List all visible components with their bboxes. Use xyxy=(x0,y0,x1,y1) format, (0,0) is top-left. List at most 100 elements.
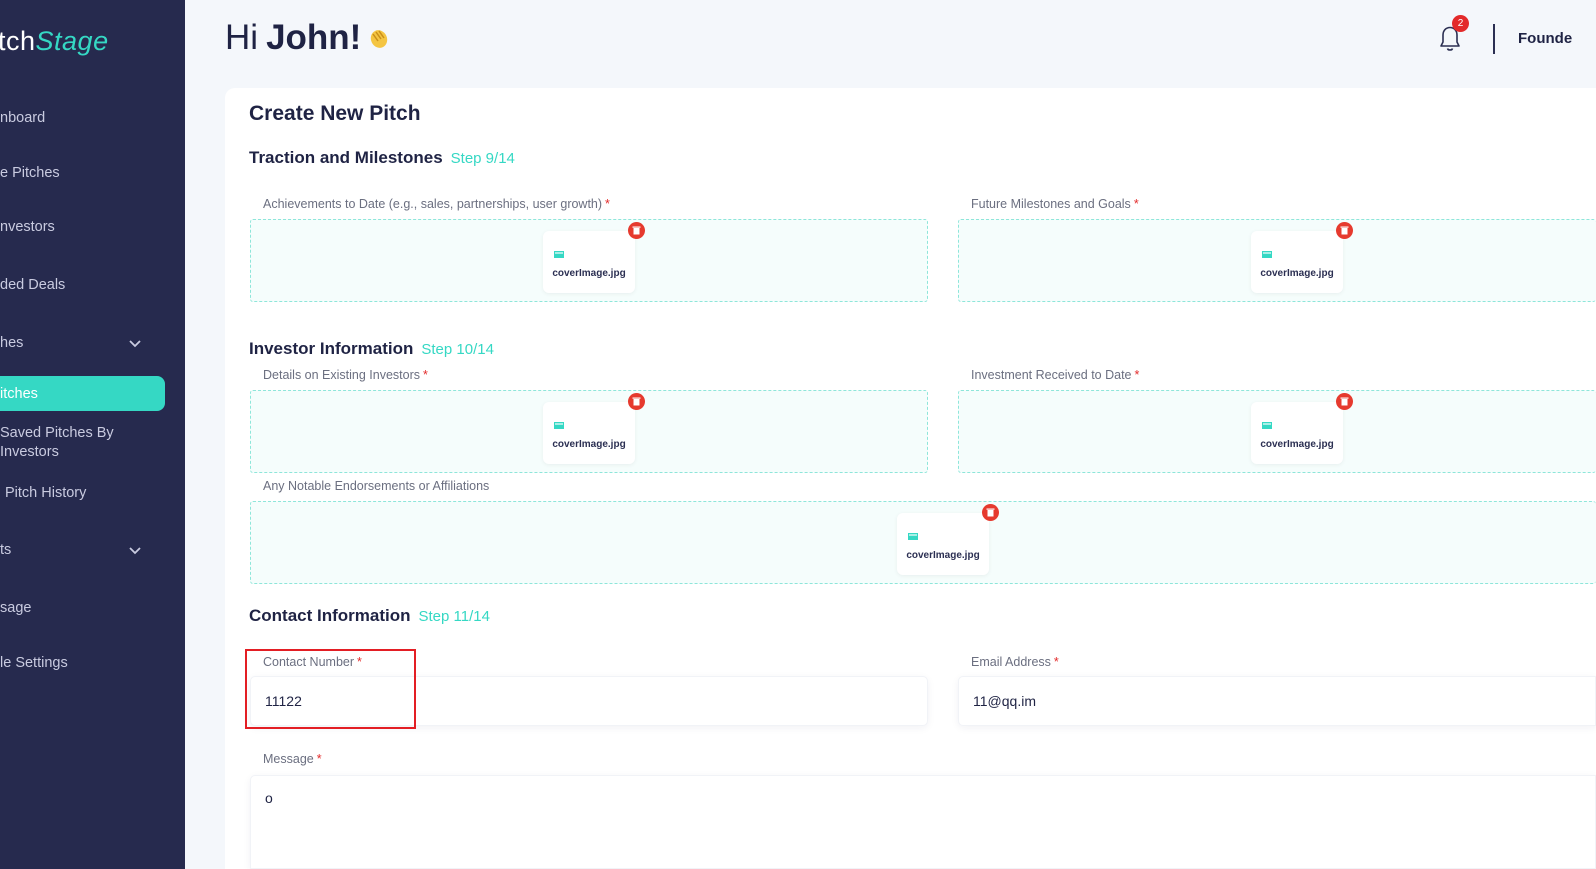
user-name: John! xyxy=(266,18,362,57)
image-file-icon xyxy=(1262,422,1272,429)
trash-icon xyxy=(986,508,995,517)
sidebar-item-my-pitches[interactable]: itches xyxy=(0,376,165,411)
required-marker: * xyxy=(605,197,610,211)
message-label: Message * xyxy=(263,752,322,766)
future-milestones-label: Future Milestones and Goals * xyxy=(971,197,1139,211)
required-marker: * xyxy=(423,368,428,382)
sidebar-item-label: nvestors xyxy=(0,219,55,235)
user-role-menu[interactable]: Founde xyxy=(1518,30,1572,47)
contact-number-input[interactable]: 11122 xyxy=(250,676,928,726)
trash-icon xyxy=(632,397,641,406)
section-title-text: Contact Information xyxy=(249,606,411,625)
sidebar-item-label: Pitch History xyxy=(5,485,87,501)
field-label-text: Investment Received to Date xyxy=(971,368,1132,382)
delete-file-button[interactable] xyxy=(1336,222,1353,239)
greeting-heading: Hi John! xyxy=(225,18,391,58)
section-title-text: Investor Information xyxy=(249,339,414,358)
sidebar-item-label: ts xyxy=(0,542,12,558)
page-title: Create New Pitch xyxy=(249,102,421,125)
chevron-down-icon xyxy=(129,547,141,555)
trash-icon xyxy=(632,226,641,235)
brand-name-main: tch xyxy=(0,26,36,56)
brand-name-accent: Stage xyxy=(35,26,109,56)
endorsements-label: Any Notable Endorsements or Affiliations xyxy=(263,479,489,493)
uploaded-file: coverImage.jpg xyxy=(543,393,645,464)
delete-file-button[interactable] xyxy=(628,222,645,239)
sidebar-item-message[interactable]: sage xyxy=(0,598,165,618)
sidebar-item-funded-deals[interactable]: ded Deals xyxy=(0,275,165,295)
sidebar-item-saved-pitches[interactable]: Saved Pitches By Investors xyxy=(0,424,165,462)
field-label-text: Contact Number xyxy=(263,655,355,669)
section-investor: Investor Information Step 10/14 xyxy=(249,339,494,359)
endorsements-dropzone[interactable]: coverImage.jpg xyxy=(250,501,1596,584)
sidebar-item-reports-group[interactable]: ts xyxy=(0,540,165,560)
field-label-text: Future Milestones and Goals xyxy=(971,197,1131,211)
delete-file-button[interactable] xyxy=(982,504,999,521)
sidebar-item-label: sage xyxy=(0,600,32,616)
sidebar-item-label: e Pitches xyxy=(0,165,60,181)
sidebar-item-pitches-group[interactable]: hes xyxy=(0,333,165,353)
waving-hand-icon xyxy=(371,30,388,48)
field-label-text: Email Address xyxy=(971,655,1051,669)
uploaded-file: coverImage.jpg xyxy=(1251,222,1353,293)
sidebar-item-label: hes xyxy=(0,335,24,351)
step-indicator: Step 9/14 xyxy=(450,150,515,167)
field-label-text: Achievements to Date (e.g., sales, partn… xyxy=(263,197,603,211)
step-indicator: Step 10/14 xyxy=(421,341,494,358)
sidebar: tchStage nboard e Pitches nvestors ded D… xyxy=(0,0,185,869)
sidebar-item-dashboard[interactable]: nboard xyxy=(0,108,165,128)
file-name: coverImage.jpg xyxy=(1260,268,1334,279)
achievements-label: Achievements to Date (e.g., sales, partn… xyxy=(263,197,610,211)
notification-count-badge: 2 xyxy=(1452,15,1469,32)
brand-logo[interactable]: tchStage xyxy=(0,26,109,57)
file-name: coverImage.jpg xyxy=(1260,439,1334,450)
contact-number-label: Contact Number * xyxy=(263,655,362,669)
required-marker: * xyxy=(1053,655,1059,669)
uploaded-file: coverImage.jpg xyxy=(1251,393,1353,464)
field-label-text: Any Notable Endorsements or Affiliations xyxy=(263,479,490,493)
investment-received-label: Investment Received to Date * xyxy=(971,368,1139,382)
sidebar-item-pitch-history[interactable]: Pitch History xyxy=(5,483,170,503)
future-milestones-dropzone[interactable]: coverImage.jpg xyxy=(958,219,1596,302)
section-traction: Traction and Milestones Step 9/14 xyxy=(249,148,515,168)
delete-file-button[interactable] xyxy=(628,393,645,410)
sidebar-item-label: nboard xyxy=(0,110,46,126)
email-label: Email Address * xyxy=(971,655,1059,669)
sidebar-item-profile-settings[interactable]: le Settings xyxy=(0,653,165,673)
field-label-text: Details on Existing Investors xyxy=(263,368,421,382)
file-name: coverImage.jpg xyxy=(552,268,626,279)
email-field[interactable]: 11@qq.im xyxy=(958,676,1596,726)
sidebar-item-label: itches xyxy=(0,385,38,402)
trash-icon xyxy=(1340,226,1349,235)
image-file-icon xyxy=(1262,251,1272,258)
header-divider xyxy=(1493,24,1495,54)
sidebar-item-explore-pitches[interactable]: e Pitches xyxy=(0,163,165,183)
existing-investors-dropzone[interactable]: coverImage.jpg xyxy=(250,390,928,473)
file-name: coverImage.jpg xyxy=(906,550,980,561)
message-textarea[interactable]: o xyxy=(250,775,1596,869)
required-marker: * xyxy=(316,752,322,766)
sidebar-item-label: le Settings xyxy=(0,655,68,671)
chevron-down-icon xyxy=(129,340,141,348)
sidebar-item-investors[interactable]: nvestors xyxy=(0,217,165,237)
image-file-icon xyxy=(908,533,918,540)
step-indicator: Step 11/14 xyxy=(418,608,490,625)
notifications-button[interactable]: 2 xyxy=(1432,15,1469,56)
sidebar-item-label: ded Deals xyxy=(0,277,66,293)
section-title-text: Traction and Milestones xyxy=(249,148,443,167)
required-marker: * xyxy=(357,655,362,669)
investment-received-dropzone[interactable]: coverImage.jpg xyxy=(958,390,1596,473)
existing-investors-label: Details on Existing Investors * xyxy=(263,368,428,382)
sidebar-item-label: Saved Pitches By Investors xyxy=(0,425,114,460)
field-label-text: Message xyxy=(263,752,314,766)
image-file-icon xyxy=(554,422,564,429)
image-file-icon xyxy=(554,251,564,258)
uploaded-file: coverImage.jpg xyxy=(543,222,645,293)
required-marker: * xyxy=(1134,368,1140,382)
required-marker: * xyxy=(1133,197,1139,211)
section-contact: Contact Information Step 11/14 xyxy=(249,606,490,626)
file-name: coverImage.jpg xyxy=(552,439,626,450)
achievements-dropzone[interactable]: coverImage.jpg xyxy=(250,219,928,302)
trash-icon xyxy=(1340,397,1349,406)
delete-file-button[interactable] xyxy=(1336,393,1353,410)
